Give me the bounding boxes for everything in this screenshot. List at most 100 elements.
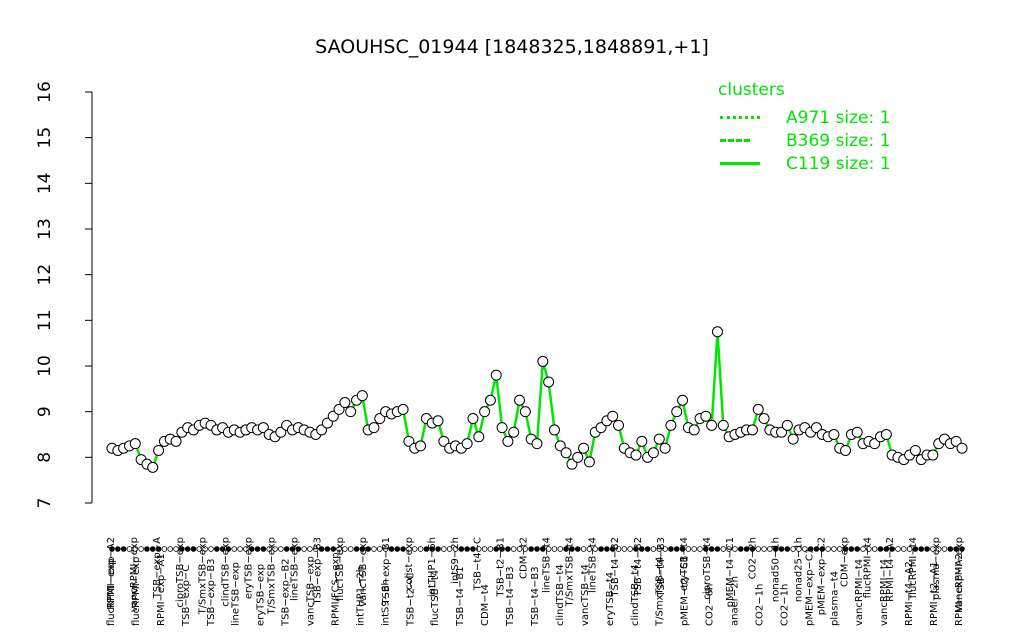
x-label-bottom: RPMI/FCS−exp — [331, 552, 342, 626]
x-label-bottom: pMEM−exp−C1 — [804, 548, 815, 626]
x-label-bottom: TSB−exp−B3 — [206, 558, 217, 627]
data-point — [717, 419, 729, 431]
data-point — [502, 435, 514, 447]
data-point — [688, 424, 700, 436]
x-label-bottom: intS9−6h — [380, 579, 391, 626]
x-label-bottom: TSB−exp−C — [181, 565, 192, 627]
x-label-bottom: RPMI−t4−A2 — [904, 561, 915, 626]
rug-mark — [260, 546, 267, 552]
x-label-bottom: vancTSB−t4 — [580, 564, 591, 626]
x-label-top: TSB−t4−C — [473, 537, 484, 591]
x-label-bottom: TSB−t4−B1 — [455, 566, 466, 627]
rug-mark — [324, 546, 331, 552]
x-label-bottom: flucTSB−t4 — [430, 570, 441, 626]
rug-mark — [918, 546, 925, 552]
data-point — [828, 429, 840, 440]
x-label-top: CDM−exp — [839, 537, 850, 587]
data-point — [653, 433, 665, 445]
rug-mark — [941, 546, 948, 552]
x-label-bottom: CDM−t4 — [480, 584, 491, 626]
y-tick-label: 16 — [35, 81, 55, 103]
x-label-bottom: anaer−2h — [730, 576, 741, 626]
x-label-bottom: TSB−t4−B3 — [530, 566, 541, 627]
data-point — [758, 413, 770, 425]
data-point — [607, 410, 619, 422]
data-point — [677, 394, 689, 406]
y-tick-label: 7 — [35, 498, 55, 509]
x-label-bottom: eryTSB−t4 — [605, 572, 616, 626]
data-point — [583, 456, 595, 468]
rug-mark — [283, 546, 290, 552]
x-label-bottom: vancTSB−exp — [306, 556, 317, 626]
data-point — [781, 419, 793, 431]
x-label-top: T/SmxTSB−t4 — [564, 537, 575, 607]
data-point — [356, 390, 368, 402]
rug-mark — [784, 546, 791, 552]
x-label-bottom: vancRPMI−t4 — [854, 559, 865, 626]
x-label-bottom: pMEM−t2−C1 — [680, 556, 691, 626]
x-label-bottom: TSB−t4−B3 — [505, 566, 516, 627]
data-point — [927, 449, 939, 461]
rug-mark — [895, 546, 901, 552]
data-point — [909, 444, 921, 456]
rug-mark — [190, 546, 197, 552]
data-point — [543, 376, 555, 388]
x-label-top: pMEM−exp−C2 — [817, 537, 828, 615]
x-label-bottom: flucRPMI−exp — [131, 557, 142, 626]
rug-mark — [394, 546, 401, 552]
data-point — [647, 447, 659, 459]
rug-mark — [924, 546, 930, 552]
legend-solid-swatch — [720, 162, 760, 165]
rug-mark — [120, 546, 127, 552]
rug-mark — [301, 546, 307, 552]
data-point — [578, 442, 590, 454]
x-label-bottom: clindTSB−t4 — [555, 564, 566, 626]
rug-mark — [371, 546, 377, 552]
data-point — [484, 394, 496, 406]
rug-mark — [947, 546, 954, 552]
legend-label: C119 size: 1 — [786, 153, 891, 174]
rug-mark — [441, 546, 447, 552]
x-label-bottom: TSB−exp−B2 — [281, 558, 292, 627]
data-point — [746, 424, 758, 436]
x-label-bottom: RPMI−t2−A1 — [929, 561, 940, 626]
x-label-top: CO2−2h — [748, 537, 759, 579]
x-label-bottom: CO2−6h — [705, 584, 716, 626]
rug-mark — [184, 546, 191, 552]
legend-dotted-swatch — [720, 116, 760, 119]
y-tick-label: 9 — [35, 406, 55, 417]
x-label-bottom: RPMI−exp−A2 — [954, 553, 965, 626]
rug-mark — [417, 546, 424, 552]
legend-label: A971 size: 1 — [786, 107, 891, 128]
data-point — [880, 429, 892, 440]
data-point — [345, 406, 357, 418]
x-label-top: nonad25−1h — [794, 537, 805, 602]
y-tick-label: 13 — [35, 218, 55, 240]
data-point — [851, 426, 863, 438]
x-label-bottom: RPMI−exp−A1 — [156, 553, 167, 626]
data-point — [613, 419, 625, 431]
data-point — [531, 438, 543, 450]
data-point — [490, 369, 502, 381]
x-label-bottom: clindTSB−t4 — [630, 564, 641, 626]
rug-mark — [551, 546, 558, 552]
rug-mark — [167, 546, 174, 552]
data-point — [519, 406, 531, 418]
data-point — [572, 451, 584, 463]
rug-mark — [737, 546, 744, 552]
rug-mark — [627, 546, 633, 552]
rug-mark — [208, 546, 214, 552]
x-label-top: T/SmxTSB−exp — [266, 537, 277, 615]
data-point — [671, 406, 683, 418]
rug-mark — [714, 546, 721, 552]
data-point — [415, 440, 427, 452]
data-point — [956, 442, 968, 454]
y-tick-label: 11 — [35, 310, 55, 332]
data-point — [665, 419, 677, 431]
data-point — [147, 461, 159, 473]
rug-mark — [144, 546, 150, 552]
rug-mark — [877, 546, 884, 552]
rug-mark — [604, 546, 610, 552]
rug-mark — [831, 546, 837, 552]
x-label-bottom: TSB−t2−C — [405, 573, 416, 627]
